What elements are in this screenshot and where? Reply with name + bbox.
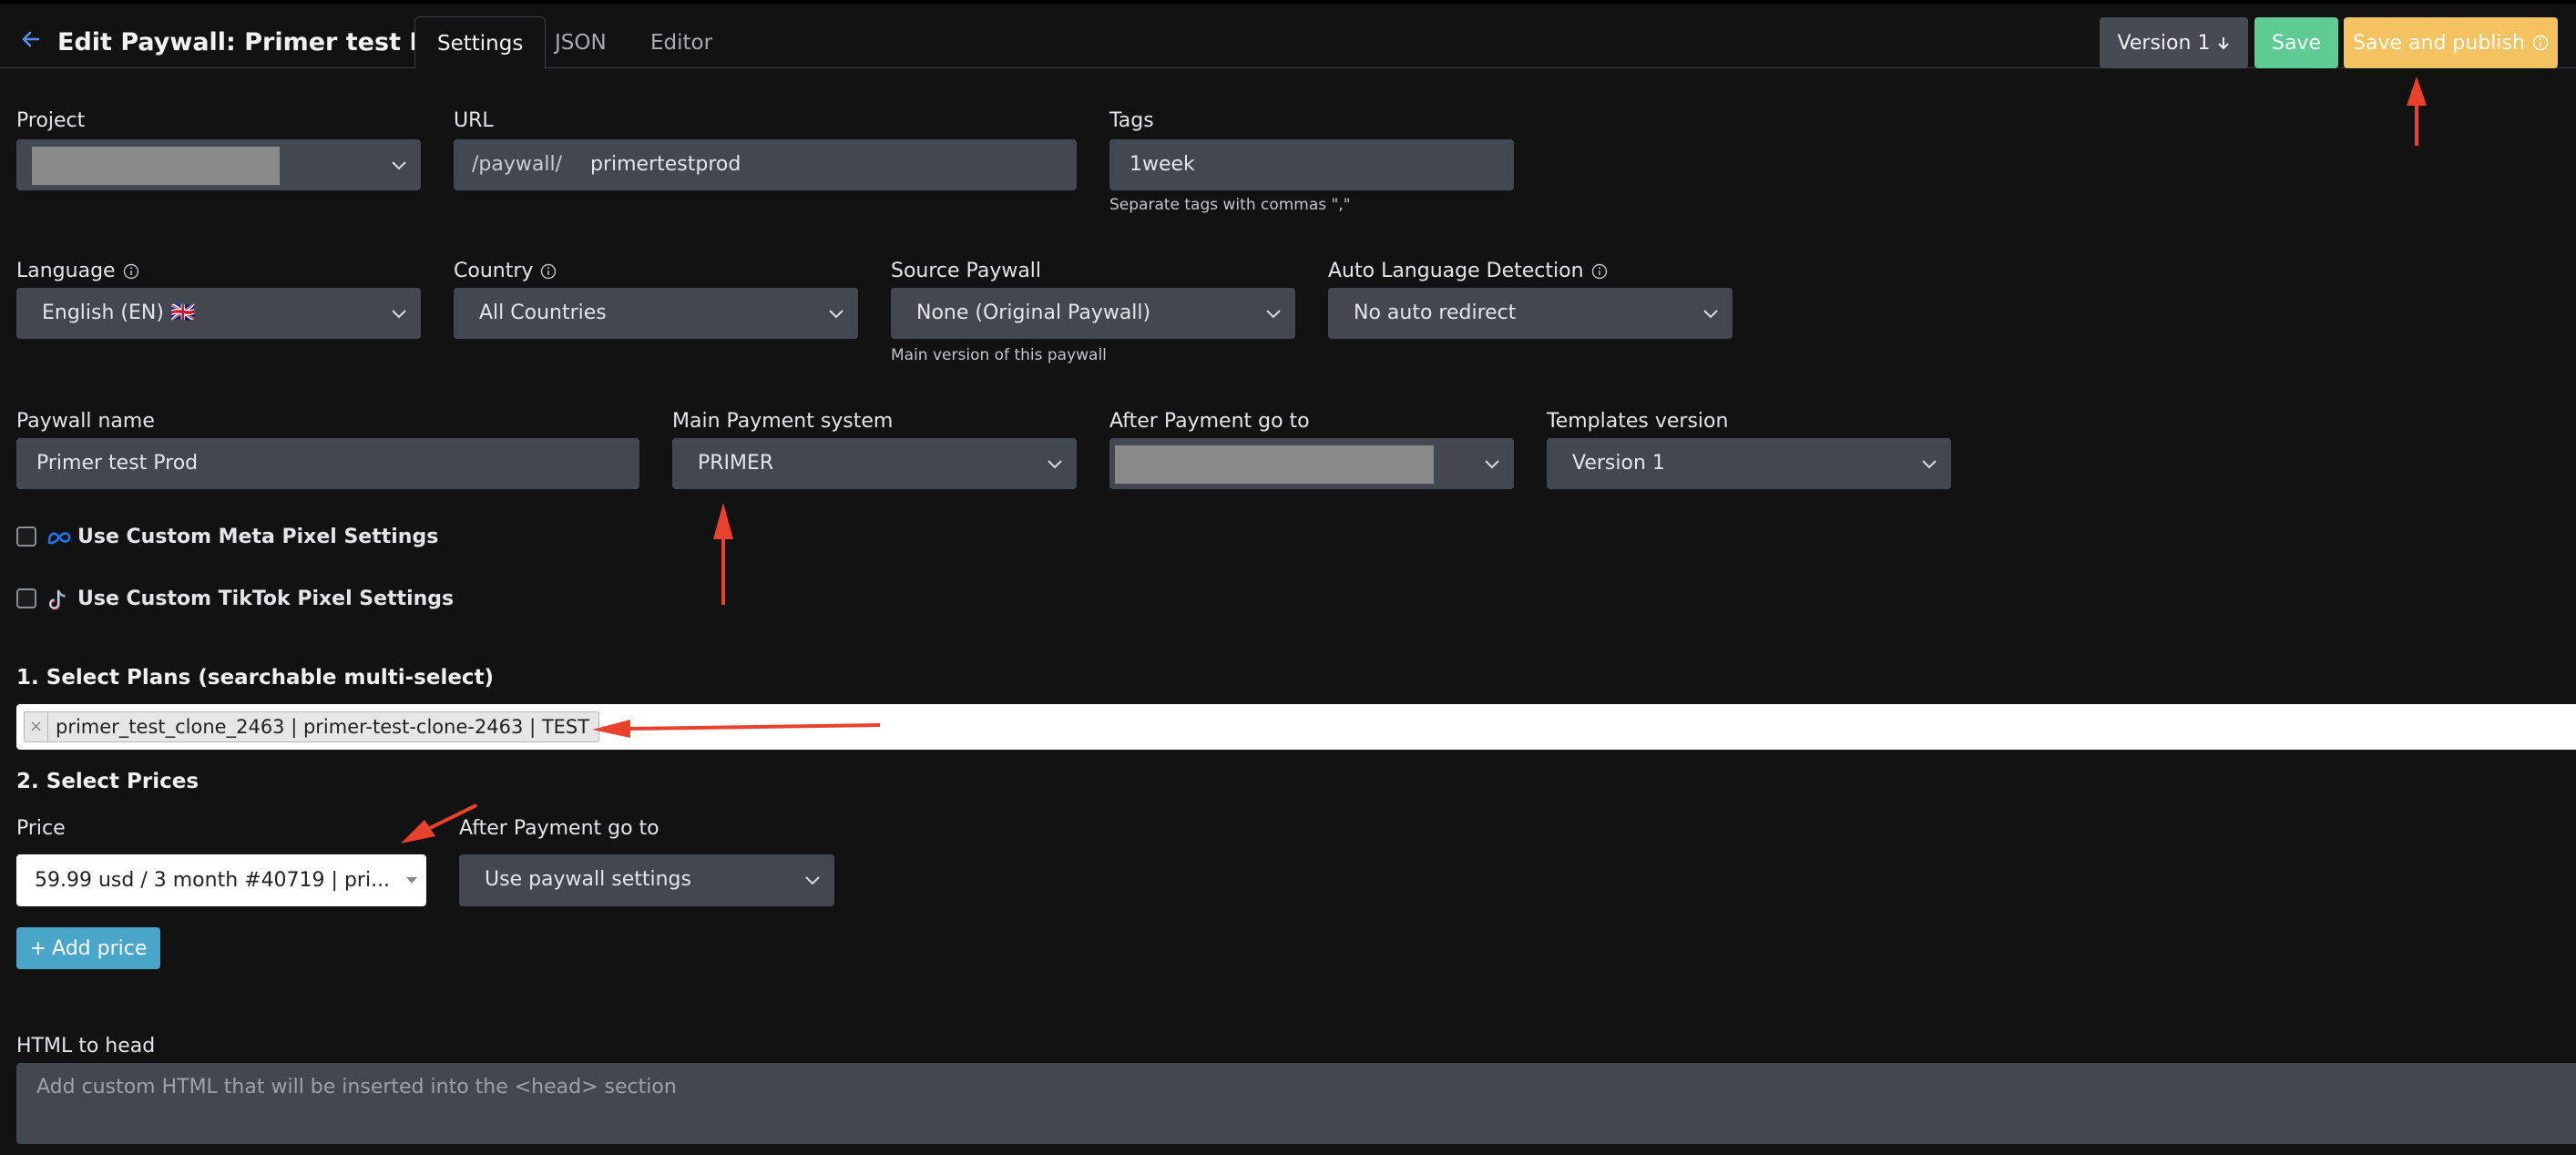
meta-logo-icon bbox=[47, 532, 71, 545]
add-price-label: Add price bbox=[52, 936, 148, 960]
source-paywall-value: None (Original Paywall) bbox=[916, 302, 1151, 324]
after-payment-select[interactable] bbox=[1109, 438, 1514, 489]
project-select[interactable] bbox=[16, 139, 421, 190]
chevron-down-icon bbox=[392, 161, 406, 170]
language-label: Language bbox=[16, 260, 139, 282]
auto-language-select[interactable]: No auto redirect bbox=[1328, 288, 1733, 339]
price-after-payment-select[interactable]: Use paywall settings bbox=[459, 854, 834, 906]
chevron-down-icon bbox=[1922, 460, 1937, 469]
info-icon bbox=[2532, 35, 2549, 51]
templates-version-label: Templates version bbox=[1547, 410, 1729, 433]
back-arrow-icon[interactable] bbox=[20, 28, 42, 50]
chevron-down-icon bbox=[1703, 310, 1718, 319]
url-field[interactable]: /paywall/ primertestprod bbox=[454, 139, 1077, 190]
chevron-down-icon bbox=[1048, 460, 1062, 469]
chevron-down-icon bbox=[805, 876, 820, 885]
arrow-down-icon bbox=[2218, 37, 2230, 50]
language-value: English (EN) 🇬🇧 bbox=[42, 302, 196, 324]
annotation-arrow-payment bbox=[713, 503, 733, 605]
paywall-name-input[interactable]: Primer test Prod bbox=[16, 438, 639, 489]
after-payment-label: After Payment go to bbox=[1109, 410, 1310, 433]
tags-help: Separate tags with commas "," bbox=[1109, 196, 1351, 214]
language-select[interactable]: English (EN) 🇬🇧 bbox=[16, 288, 421, 339]
price-after-payment-label: After Payment go to bbox=[459, 817, 659, 840]
price-value: 59.99 usd / 3 month #40719 | pri... bbox=[35, 869, 391, 892]
save-and-publish-label: Save and publish bbox=[2353, 31, 2525, 55]
plans-section-title: 1. Select Plans (searchable multi-select… bbox=[16, 666, 495, 690]
chevron-down-icon bbox=[1266, 310, 1281, 319]
templates-version-select[interactable]: Version 1 bbox=[1547, 438, 1951, 489]
price-label: Price bbox=[16, 817, 66, 840]
country-label-text: Country bbox=[454, 260, 534, 282]
plus-icon: + bbox=[29, 936, 47, 960]
html-head-placeholder: Add custom HTML that will be inserted in… bbox=[36, 1076, 677, 1099]
save-and-publish-button[interactable]: Save and publish bbox=[2344, 17, 2558, 68]
meta-pixel-checkbox[interactable] bbox=[16, 526, 36, 547]
templates-version-value: Version 1 bbox=[1572, 452, 1665, 475]
auto-language-label-text: Auto Language Detection bbox=[1328, 260, 1584, 282]
caret-down-icon bbox=[406, 877, 417, 884]
price-after-payment-value: Use paywall settings bbox=[485, 868, 691, 891]
chevron-down-icon bbox=[829, 310, 843, 319]
annotation-arrow-publish bbox=[2407, 77, 2427, 146]
html-head-textarea[interactable]: Add custom HTML that will be inserted in… bbox=[16, 1063, 2576, 1144]
info-icon bbox=[123, 263, 138, 279]
add-price-button[interactable]: + Add price bbox=[16, 927, 160, 969]
source-paywall-help: Main version of this paywall bbox=[891, 346, 1107, 364]
chevron-down-icon bbox=[392, 310, 406, 319]
auto-language-value: No auto redirect bbox=[1354, 302, 1517, 324]
version-button[interactable]: Version 1 bbox=[2100, 17, 2248, 68]
prices-section-title: 2. Select Prices bbox=[16, 770, 199, 793]
redacted-project-value bbox=[32, 147, 280, 185]
price-select[interactable]: 59.99 usd / 3 month #40719 | pri... bbox=[16, 854, 426, 906]
tags-field[interactable]: 1week bbox=[1109, 139, 1514, 190]
url-value: primertestprod bbox=[590, 153, 741, 176]
payment-system-value: PRIMER bbox=[698, 452, 774, 475]
tab-editor[interactable]: Editor bbox=[629, 16, 734, 69]
meta-pixel-label: Use Custom Meta Pixel Settings bbox=[77, 526, 439, 548]
tags-value: 1week bbox=[1130, 153, 1195, 176]
source-paywall-label: Source Paywall bbox=[891, 260, 1042, 282]
plan-chip-label: primer_test_clone_2463 | primer-test-clo… bbox=[56, 716, 590, 738]
page-header: Edit Paywall: Primer test Prod Settings … bbox=[0, 5, 2576, 69]
version-button-label: Version 1 bbox=[2117, 31, 2211, 55]
payment-system-select[interactable]: PRIMER bbox=[672, 438, 1077, 489]
page-title: Edit Paywall: Primer test Prod bbox=[57, 28, 475, 56]
tiktok-pixel-label: Use Custom TikTok Pixel Settings bbox=[77, 588, 455, 610]
paywall-name-label: Paywall name bbox=[16, 410, 155, 433]
html-head-label: HTML to head bbox=[16, 1035, 156, 1058]
country-label: Country bbox=[454, 260, 557, 282]
tiktok-pixel-checkbox[interactable] bbox=[16, 588, 36, 608]
tab-json[interactable]: JSON bbox=[533, 16, 629, 69]
save-button[interactable]: Save bbox=[2254, 17, 2338, 68]
project-label: Project bbox=[16, 109, 86, 132]
auto-language-label: Auto Language Detection bbox=[1328, 260, 1608, 282]
remove-chip-icon[interactable]: × bbox=[25, 712, 48, 741]
tags-label: Tags bbox=[1109, 109, 1154, 132]
source-paywall-select[interactable]: None (Original Paywall) bbox=[891, 288, 1295, 339]
plans-multiselect[interactable]: × primer_test_clone_2463 | primer-test-c… bbox=[16, 704, 2576, 750]
chevron-down-icon bbox=[1485, 460, 1499, 469]
plan-chip: × primer_test_clone_2463 | primer-test-c… bbox=[24, 711, 600, 742]
payment-system-label: Main Payment system bbox=[672, 410, 894, 433]
tiktok-logo-icon bbox=[48, 589, 66, 610]
info-icon bbox=[1591, 263, 1607, 279]
url-prefix: /paywall/ bbox=[472, 153, 562, 176]
language-label-text: Language bbox=[16, 260, 116, 282]
country-value: All Countries bbox=[479, 302, 607, 324]
redacted-after-payment-value bbox=[1115, 445, 1434, 484]
country-select[interactable]: All Countries bbox=[454, 288, 858, 339]
tab-settings[interactable]: Settings bbox=[414, 16, 547, 69]
info-icon bbox=[541, 263, 557, 279]
url-label: URL bbox=[454, 109, 494, 132]
paywall-name-value: Primer test Prod bbox=[36, 452, 199, 475]
